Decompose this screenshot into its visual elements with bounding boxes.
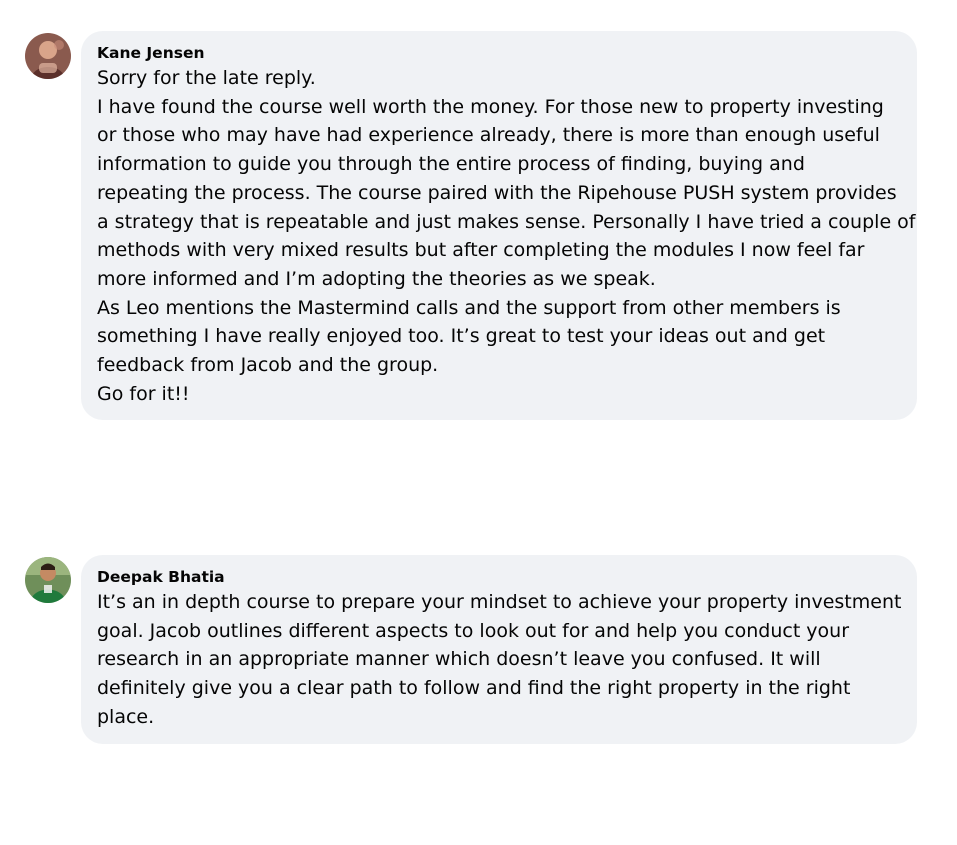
comment-text-line: something I have really enjoyed too. It’…: [97, 325, 826, 348]
comment-text-line: place.: [97, 705, 155, 728]
comment-text-line: Go for it!!: [97, 382, 190, 405]
comment-author-name[interactable]: Kane Jensen: [97, 43, 901, 63]
comment-text-line: I have found the course well worth the m…: [97, 95, 884, 118]
comment-author-name[interactable]: Deepak Bhatia: [97, 567, 901, 587]
comment-bubble: Kane Jensen Sorry for the late reply. I …: [81, 31, 917, 421]
comment-text-line: more informed and I’m adopting the theor…: [97, 267, 656, 290]
comment-text-line: As Leo mentions the Mastermind calls and…: [97, 296, 841, 319]
comment-text-line: or those who may have had experience alr…: [97, 124, 880, 147]
profile-photo-icon: [25, 33, 71, 79]
comment-text-line: a strategy that is repeatable and just m…: [97, 210, 916, 233]
comment-text-line: It’s an in depth course to prepare your …: [97, 591, 902, 613]
profile-photo-icon: [25, 557, 71, 603]
comment-text-line: definitely give you a clear path to foll…: [97, 677, 851, 700]
comment-text-line: research in an appropriate manner which …: [97, 648, 821, 671]
comment-text-line: methods with very mixed results but afte…: [97, 239, 865, 262]
avatar-deepak-bhatia[interactable]: [25, 557, 71, 603]
comment-text-line: repeating the process. The course paired…: [97, 181, 897, 204]
comment-text-line: information to guide you through the ent…: [97, 153, 805, 176]
comment-text-line: feedback from Jacob and the group.: [97, 354, 439, 377]
avatar-kane-jensen[interactable]: [25, 33, 71, 79]
comment-text-line: Sorry for the late reply.: [97, 67, 316, 89]
comment-bubble: Deepak Bhatia It’s an in depth course to…: [81, 555, 917, 744]
comment-text-line: goal. Jacob outlines different aspects t…: [97, 619, 850, 642]
